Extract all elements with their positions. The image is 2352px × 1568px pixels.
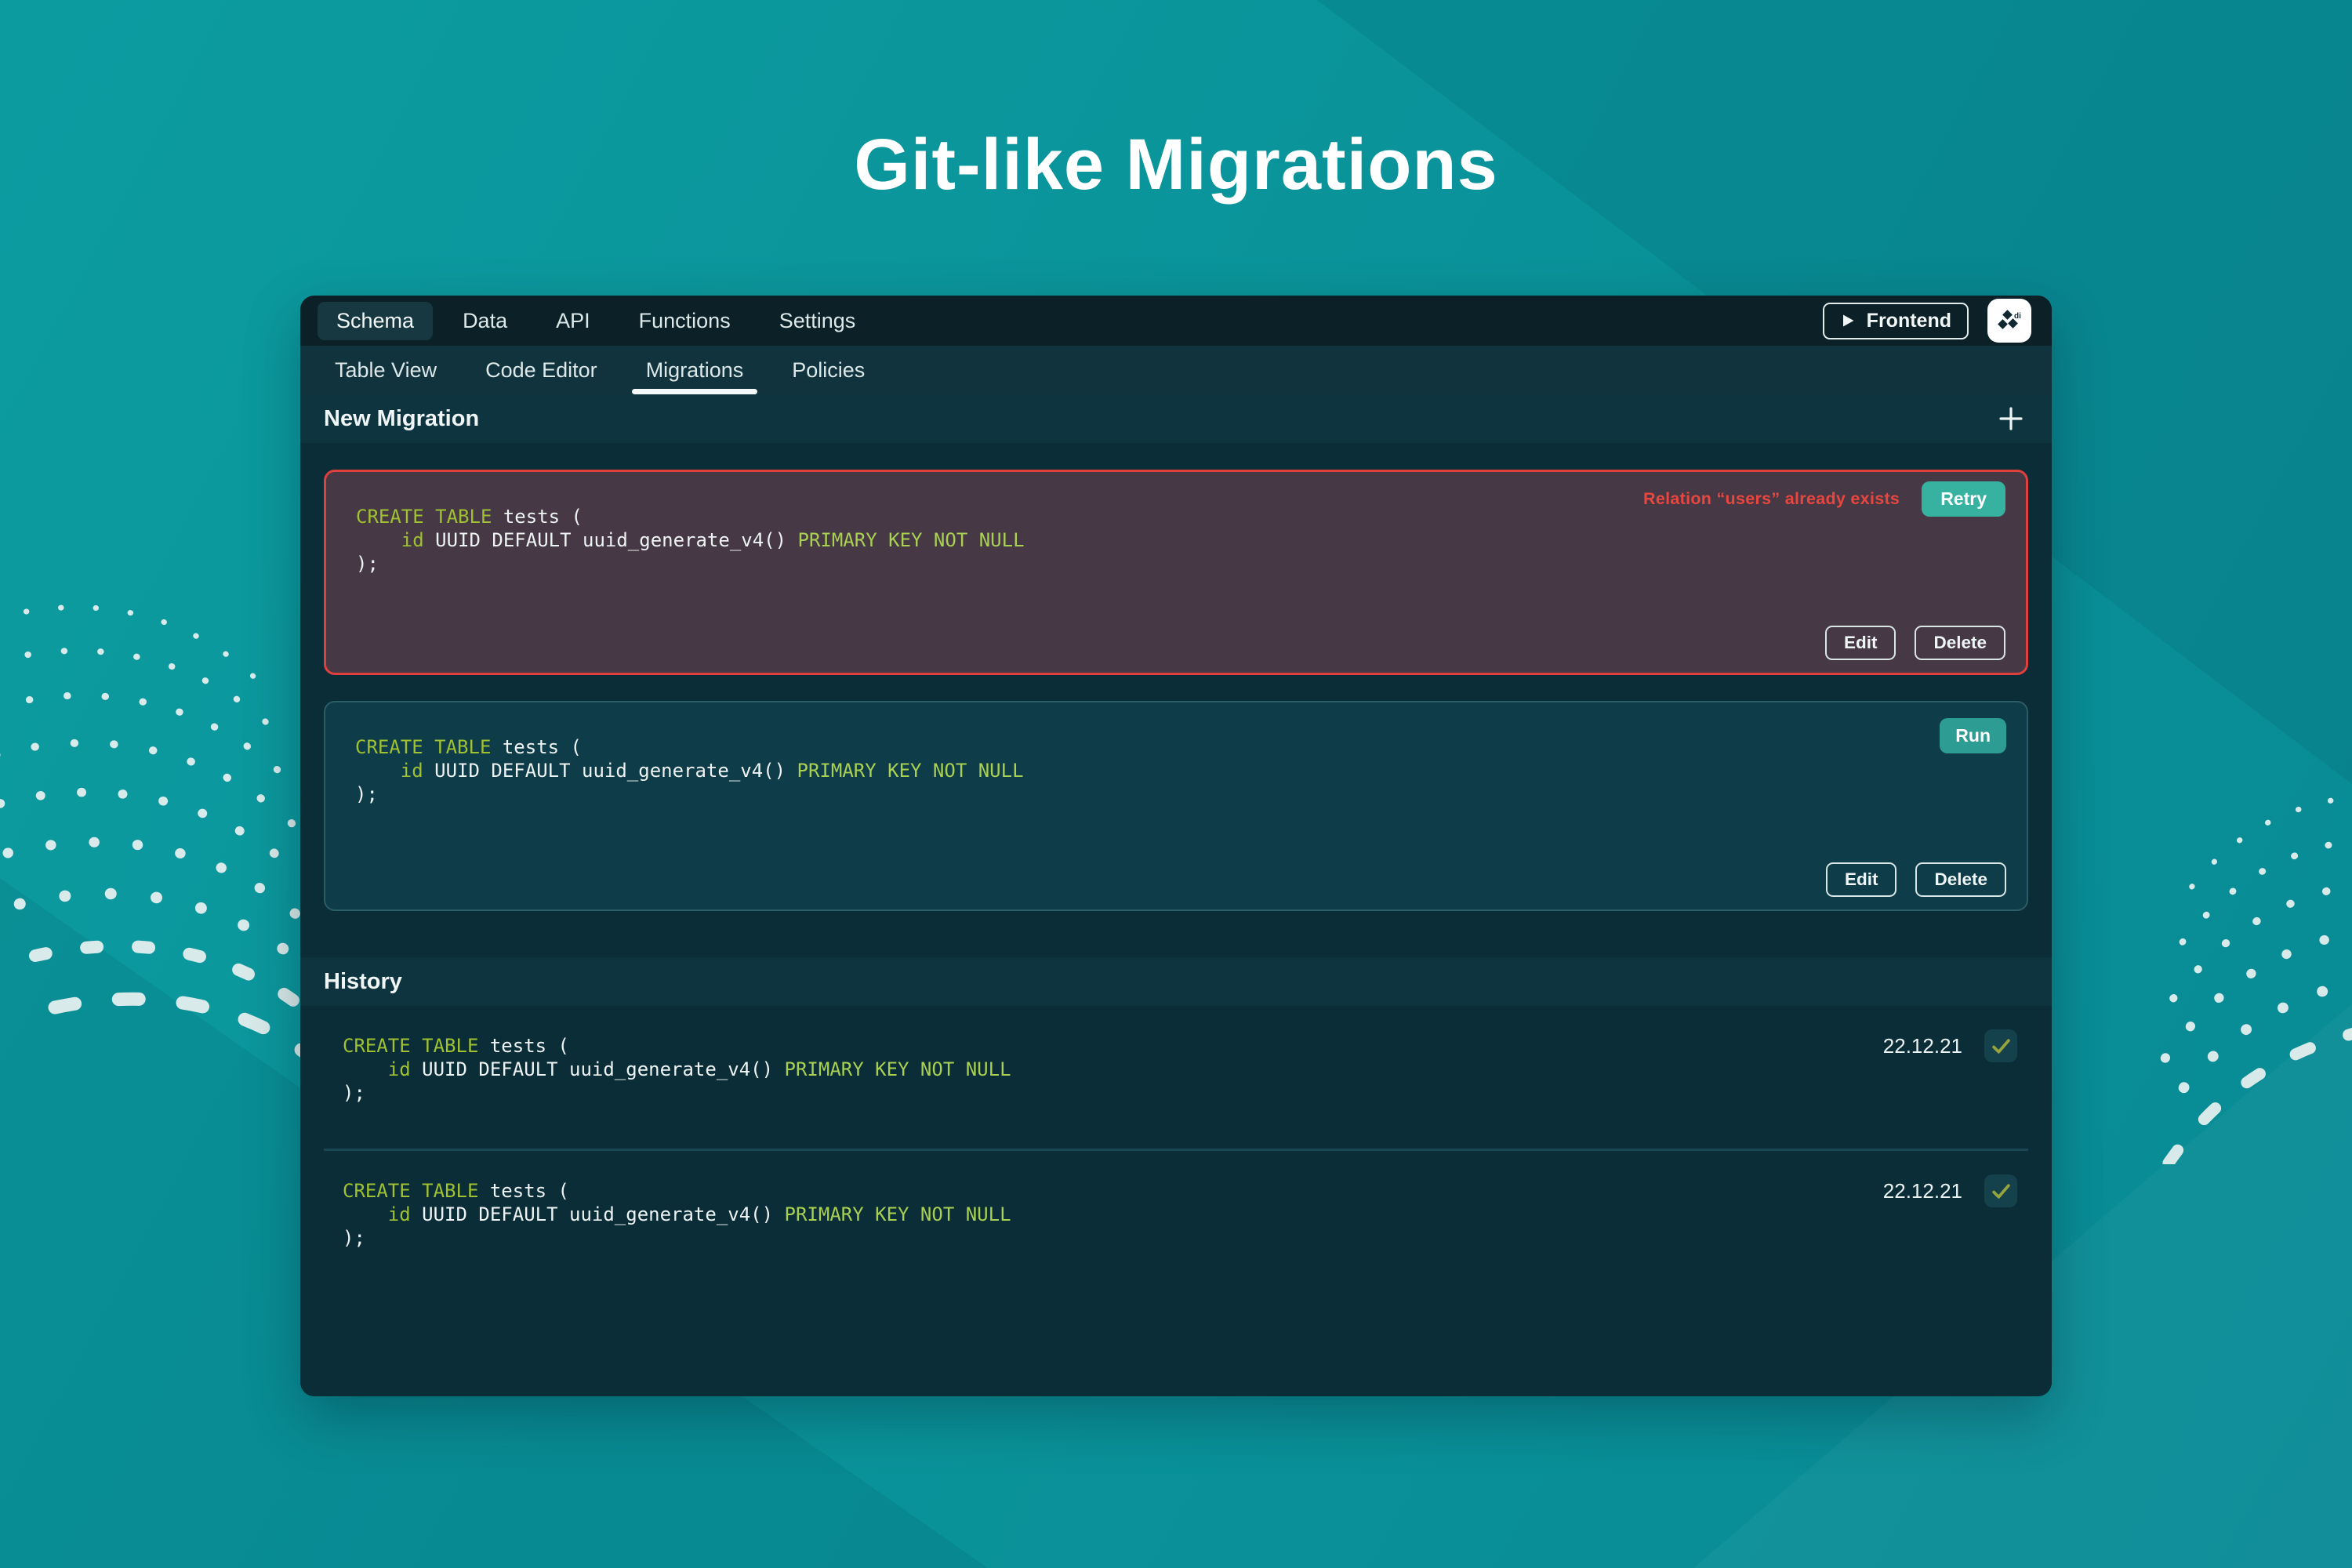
error-row: Relation “users” already exists Retry bbox=[1643, 481, 2005, 517]
migration-date: 22.12.21 bbox=[1882, 1033, 1962, 1058]
migration-success-badge bbox=[1984, 1174, 2017, 1207]
dotted-wave-right-decoration bbox=[2154, 794, 2352, 1164]
history-entry: CREATE TABLE tests ( id UUID DEFAULT uui… bbox=[324, 1151, 2028, 1294]
diamonds-logo-icon: di bbox=[1998, 310, 2021, 329]
tab-schema[interactable]: Schema bbox=[318, 301, 434, 340]
sql-code-block: CREATE TABLE tests ( id UUID DEFAULT uui… bbox=[355, 736, 1024, 805]
play-icon bbox=[1842, 314, 1854, 327]
error-message: Relation “users” already exists bbox=[1643, 489, 1900, 508]
app-window: Schema Data API Functions Settings Front… bbox=[300, 296, 2052, 1396]
tab-data[interactable]: Data bbox=[444, 302, 526, 340]
delete-button[interactable]: Delete bbox=[1915, 862, 2006, 897]
check-icon bbox=[1991, 1183, 2010, 1199]
migration-card-pending: Run CREATE TABLE tests ( id UUID DEFAULT… bbox=[324, 701, 2028, 911]
migration-date: 22.12.21 bbox=[1882, 1178, 1962, 1203]
add-migration-button[interactable] bbox=[1994, 401, 2028, 436]
edit-button[interactable]: Edit bbox=[1824, 626, 1896, 660]
sql-code-block: CREATE TABLE tests ( id UUID DEFAULT uui… bbox=[343, 1180, 1011, 1249]
run-button[interactable]: Run bbox=[1940, 718, 2006, 753]
delete-button[interactable]: Delete bbox=[1915, 626, 2005, 660]
top-nav-right: Frontend di bbox=[1822, 299, 2031, 343]
top-nav-tabs: Schema Data API Functions Settings bbox=[318, 301, 885, 340]
new-migration-title: New Migration bbox=[324, 405, 480, 431]
sql-code-block: CREATE TABLE tests ( id UUID DEFAULT uui… bbox=[343, 1035, 1011, 1104]
history-title: History bbox=[324, 968, 402, 994]
card-actions: Edit Delete bbox=[1825, 862, 2006, 897]
tab-table-view[interactable]: Table View bbox=[318, 346, 454, 394]
page-title: Git-like Migrations bbox=[854, 125, 1498, 205]
logo-text: di bbox=[2014, 312, 2021, 321]
new-migration-header: New Migration bbox=[300, 394, 2052, 443]
tab-migrations[interactable]: Migrations bbox=[629, 346, 761, 394]
tab-policies[interactable]: Policies bbox=[775, 346, 882, 394]
sub-nav: Table View Code Editor Migrations Polici… bbox=[300, 346, 2052, 394]
history-entry: CREATE TABLE tests ( id UUID DEFAULT uui… bbox=[324, 1006, 2028, 1151]
migrations-content: Relation “users” already exists Retry CR… bbox=[300, 443, 2052, 1396]
frontend-button[interactable]: Frontend bbox=[1822, 302, 1969, 339]
history-header: History bbox=[300, 957, 2052, 1006]
run-row: Run bbox=[1940, 718, 2006, 753]
card-actions: Edit Delete bbox=[1824, 626, 2005, 660]
edit-button[interactable]: Edit bbox=[1825, 862, 1897, 897]
tab-code-editor[interactable]: Code Editor bbox=[468, 346, 615, 394]
retry-button[interactable]: Retry bbox=[1922, 481, 2005, 517]
top-nav: Schema Data API Functions Settings Front… bbox=[300, 296, 2052, 346]
tab-functions[interactable]: Functions bbox=[620, 302, 750, 340]
tab-settings[interactable]: Settings bbox=[760, 302, 875, 340]
plus-icon bbox=[1999, 407, 2023, 430]
migration-success-badge bbox=[1984, 1029, 2017, 1062]
frontend-button-label: Frontend bbox=[1866, 309, 1951, 332]
history-entry-meta: 22.12.21 bbox=[1883, 1029, 2017, 1062]
migration-card-error: Relation “users” already exists Retry CR… bbox=[324, 470, 2028, 675]
check-icon bbox=[1991, 1038, 2010, 1054]
app-logo-button[interactable]: di bbox=[1987, 299, 2031, 343]
tab-api[interactable]: API bbox=[537, 302, 609, 340]
history-entry-meta: 22.12.21 bbox=[1883, 1174, 2017, 1207]
